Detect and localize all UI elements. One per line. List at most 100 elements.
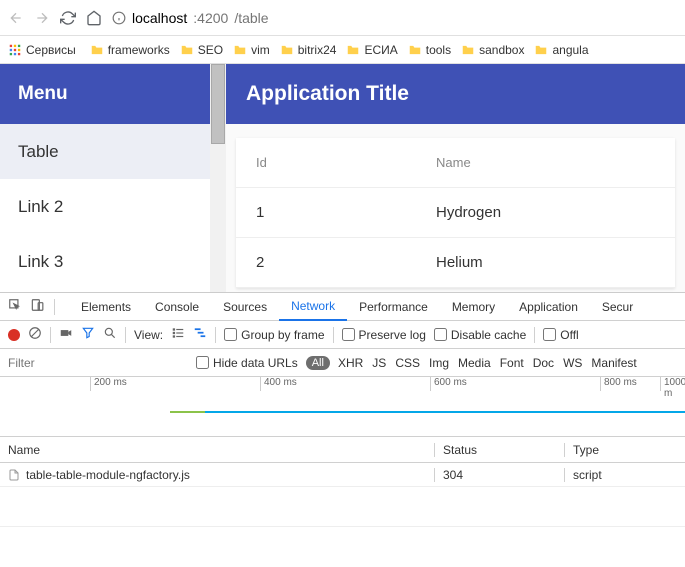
status: 304 [435, 468, 565, 482]
browser-toolbar: localhost :4200/table [0, 0, 685, 36]
filter-type[interactable]: Doc [533, 356, 554, 370]
filter-type[interactable]: Manifest [591, 356, 636, 370]
folder-icon [408, 43, 422, 57]
url-path: /table [234, 10, 268, 26]
devtools-tab[interactable]: Performance [347, 293, 440, 321]
cell-id: 1 [256, 204, 436, 221]
apps-icon [8, 43, 22, 57]
devtools-filter-bar: Hide data URLs All XHR JS CSS Img Media Font D… [0, 349, 685, 377]
filter-type[interactable]: CSS [395, 356, 420, 370]
devtools-tab[interactable]: Network [279, 293, 347, 321]
bookmark-item[interactable]: bitrix24 [280, 43, 337, 57]
record-button[interactable] [8, 329, 20, 341]
url-host: localhost [132, 10, 187, 26]
bookmark-item[interactable]: SEO [180, 43, 223, 57]
app-viewport: Menu TableLink 2Link 3 Application Title… [0, 64, 685, 292]
network-table-header: Name Status Type [0, 437, 685, 463]
folder-icon [461, 43, 475, 57]
filter-type[interactable]: Img [429, 356, 449, 370]
bookmark-item[interactable]: angula [534, 43, 588, 57]
devtools-tabbar: ElementsConsoleSourcesNetworkPerformance… [0, 293, 685, 321]
sidebar: Menu TableLink 2Link 3 [0, 64, 210, 292]
view-label: View: [134, 328, 163, 342]
filter-type[interactable]: JS [372, 356, 386, 370]
devtools-tab[interactable]: Sources [211, 293, 279, 321]
folder-icon [280, 43, 294, 57]
home-icon[interactable] [86, 10, 102, 26]
waterfall-icon[interactable] [193, 326, 207, 343]
apps-label: Сервисы [26, 43, 76, 57]
devtools-tab[interactable]: Secur [590, 293, 645, 321]
timeline-segment [205, 411, 685, 413]
file-icon [8, 469, 20, 481]
inspect-icon[interactable] [8, 298, 22, 315]
reload-icon[interactable] [60, 10, 76, 26]
filter-type[interactable]: WS [563, 356, 582, 370]
filter-icon[interactable] [81, 326, 95, 343]
table-header: Id Name [236, 138, 675, 188]
camera-icon[interactable] [59, 326, 73, 343]
bookmark-label: tools [426, 43, 451, 57]
search-icon[interactable] [103, 326, 117, 343]
devtools-tab[interactable]: Application [507, 293, 590, 321]
type: script [565, 468, 685, 482]
bookmark-item[interactable]: ЕСИА [346, 43, 397, 57]
th-name: Name [436, 155, 655, 170]
folder-icon [534, 43, 548, 57]
apps-button[interactable]: Сервисы [8, 43, 76, 57]
bookmark-item[interactable]: tools [408, 43, 451, 57]
filter-type[interactable]: XHR [338, 356, 363, 370]
clear-icon[interactable] [28, 326, 42, 343]
bookmarks-bar: Сервисы frameworks SEO vim bitrix24 ЕСИА tool… [0, 36, 685, 64]
th-status[interactable]: Status [435, 443, 565, 457]
hide-data-urls[interactable]: Hide data URLs [196, 356, 298, 370]
filter-all[interactable]: All [306, 356, 330, 370]
th-name[interactable]: Name [0, 443, 435, 457]
main-content: Application Title Id Name 1Hydrogen2Heli… [226, 64, 685, 292]
device-icon[interactable] [30, 298, 44, 315]
app-title: Application Title [226, 64, 685, 124]
timeline-segment [170, 411, 205, 413]
sidebar-item[interactable]: Table [0, 124, 210, 179]
bookmark-item[interactable]: sandbox [461, 43, 524, 57]
sidebar-header: Menu [0, 64, 210, 124]
url-port: :4200 [193, 10, 228, 26]
bookmark-item[interactable]: frameworks [90, 43, 170, 57]
folder-icon [233, 43, 247, 57]
cell-name: Helium [436, 254, 655, 271]
table-row[interactable]: 2Helium [236, 238, 675, 288]
devtools-tab[interactable]: Elements [69, 293, 143, 321]
timeline[interactable]: 200 ms400 ms600 ms800 ms1000 m [0, 377, 685, 437]
cell-name: Hydrogen [436, 204, 655, 221]
group-by-frame[interactable]: Group by frame [224, 328, 324, 342]
th-type[interactable]: Type [565, 443, 685, 457]
disable-cache[interactable]: Disable cache [434, 328, 526, 342]
filter-type[interactable]: Font [500, 356, 524, 370]
folder-icon [180, 43, 194, 57]
preserve-log[interactable]: Preserve log [342, 328, 426, 342]
timeline-tick: 600 ms [430, 377, 467, 391]
cell-id: 2 [256, 254, 436, 271]
network-row[interactable]: table-table-module-ngfactory.js304script [0, 463, 685, 487]
offline[interactable]: Offl [543, 328, 578, 342]
forward-icon[interactable] [34, 10, 50, 26]
scrollbar[interactable] [210, 64, 226, 292]
devtools-tab[interactable]: Console [143, 293, 211, 321]
address-bar[interactable]: localhost :4200/table [112, 10, 269, 26]
bookmark-label: angula [552, 43, 588, 57]
bookmark-item[interactable]: vim [233, 43, 270, 57]
table-row[interactable]: 1Hydrogen [236, 188, 675, 238]
timeline-tick: 800 ms [600, 377, 637, 391]
timeline-tick: 400 ms [260, 377, 297, 391]
devtools-network-toolbar: View: Group by frame Preserve log Disabl… [0, 321, 685, 349]
filter-input[interactable] [8, 356, 188, 370]
sidebar-item[interactable]: Link 3 [0, 234, 210, 289]
devtools: ElementsConsoleSourcesNetworkPerformance… [0, 292, 685, 527]
scrollbar-thumb[interactable] [211, 64, 225, 144]
large-rows-icon[interactable] [171, 326, 185, 343]
th-id: Id [256, 155, 436, 170]
filter-type[interactable]: Media [458, 356, 491, 370]
back-icon[interactable] [8, 10, 24, 26]
devtools-tab[interactable]: Memory [440, 293, 507, 321]
sidebar-item[interactable]: Link 2 [0, 179, 210, 234]
